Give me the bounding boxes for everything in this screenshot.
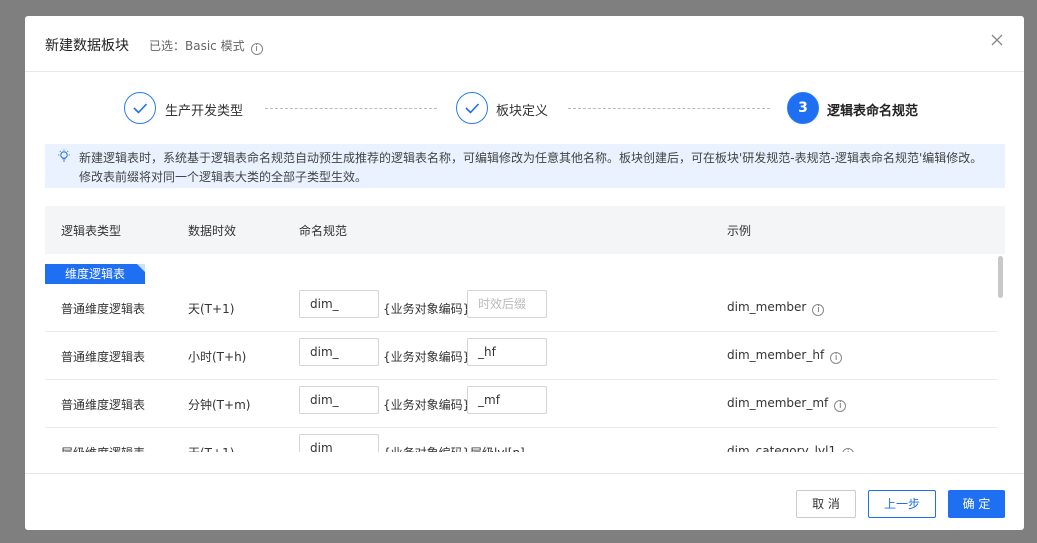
create-data-block-dialog: 新建数据板块 已选：Basic 模式 i 生产开发类型 板块定义 3 逻辑表命名规… xyxy=(25,16,1024,530)
row-type: 层级维度逻辑表 xyxy=(61,444,145,452)
row-example: dim_member i xyxy=(727,300,825,316)
table-row: 普通维度逻辑表 分钟(T+m) dim_ {业务对象编码} _mf dim_me… xyxy=(45,380,997,428)
previous-step-button[interactable]: 上一步 xyxy=(868,490,936,518)
info-icon[interactable]: i xyxy=(834,400,847,412)
object-code: {业务对象编码} xyxy=(383,444,470,452)
info-icon[interactable]: i xyxy=(812,304,825,316)
object-code: {业务对象编码} xyxy=(383,350,471,364)
info-notice: 新建逻辑表时，系统基于逻辑表命名规范自动预生成推荐的逻辑表名称，可编辑修改为任意… xyxy=(45,144,1005,188)
step-1-check-icon xyxy=(124,92,156,124)
header-naming: 命名规范 xyxy=(299,224,348,238)
example-text: dim_category_lvl1 xyxy=(727,444,837,452)
dialog-header: 新建数据板块 已选：Basic 模式 i xyxy=(25,16,1024,72)
example-text: dim_member_mf xyxy=(727,396,829,410)
cancel-button[interactable]: 取 消 xyxy=(796,490,856,518)
example-text: dim_member_hf xyxy=(727,348,825,362)
info-icon[interactable]: i xyxy=(830,352,843,364)
row-type: 普通维度逻辑表 xyxy=(61,398,146,412)
step-3-number: 3 xyxy=(787,92,819,124)
row-freshness: 小时(T+h) xyxy=(188,350,247,364)
selected-mode: 已选：Basic 模式 i xyxy=(149,37,263,55)
row-example: dim_member_hf i xyxy=(727,348,843,364)
table-row: 普通维度逻辑表 小时(T+h) dim_ {业务对象编码} _hf dim_me… xyxy=(45,332,997,380)
object-code: {业务对象编码} xyxy=(383,398,471,412)
table-row: 普通维度逻辑表 天(T+1) dim_ {业务对象编码} 时效后缀 dim_me… xyxy=(45,284,997,332)
dialog-footer: 取 消 上一步 确 定 xyxy=(25,473,1024,530)
header-type: 逻辑表类型 xyxy=(61,224,122,238)
prefix-input[interactable]: dim_ xyxy=(299,386,379,414)
row-freshness: 天(T+1) xyxy=(188,444,234,452)
step-2-check-icon xyxy=(456,92,488,124)
selected-mode-label: 已选：Basic 模式 xyxy=(149,39,245,53)
lightbulb-icon xyxy=(58,149,70,162)
row-type: 普通维度逻辑表 xyxy=(61,350,146,364)
info-icon[interactable]: i xyxy=(842,448,855,452)
row-freshness: 天(T+1) xyxy=(188,302,235,316)
header-freshness: 数据时效 xyxy=(188,224,237,238)
dimension-table-tag: 维度逻辑表 xyxy=(45,264,145,284)
row-freshness: 分钟(T+m) xyxy=(188,398,251,412)
table-row: 层级维度逻辑表 天(T+1) dim_ {业务对象编码} 层级lvl[n] di… xyxy=(45,428,997,452)
example-text: dim_member xyxy=(727,300,807,314)
close-icon[interactable] xyxy=(990,33,1004,47)
prefix-input[interactable]: dim_ xyxy=(299,434,379,452)
dialog-title: 新建数据板块 xyxy=(45,38,129,54)
step-2-label: 板块定义 xyxy=(496,104,549,119)
step-connector xyxy=(568,108,770,109)
step-1-label: 生产开发类型 xyxy=(165,104,244,119)
step-connector xyxy=(265,108,437,109)
row-example: dim_member_mf i xyxy=(727,396,847,412)
step-indicator: 生产开发类型 板块定义 3 逻辑表命名规范 xyxy=(25,92,1024,126)
step-3-label: 逻辑表命名规范 xyxy=(827,104,919,119)
notice-text: 新建逻辑表时，系统基于逻辑表命名规范自动预生成推荐的逻辑表名称，可编辑修改为任意… xyxy=(79,151,983,184)
row-example: dim_category_lvl1i xyxy=(727,444,855,452)
table-header: 逻辑表类型 数据时效 命名规范 示例 xyxy=(45,206,1005,254)
level-suffix: 层级lvl[n] xyxy=(470,444,525,452)
header-example: 示例 xyxy=(727,224,752,238)
scrollbar[interactable] xyxy=(998,256,1003,298)
object-code: {业务对象编码} xyxy=(383,302,471,316)
suffix-input[interactable]: 时效后缀 xyxy=(467,290,547,318)
info-icon[interactable]: i xyxy=(250,43,263,55)
prefix-input[interactable]: dim_ xyxy=(299,338,379,366)
confirm-button[interactable]: 确 定 xyxy=(948,490,1005,518)
suffix-input[interactable]: _mf xyxy=(467,386,547,414)
row-type: 普通维度逻辑表 xyxy=(61,302,146,316)
table-body: 普通维度逻辑表 天(T+1) dim_ {业务对象编码} 时效后缀 dim_me… xyxy=(45,284,997,452)
suffix-input[interactable]: _hf xyxy=(467,338,547,366)
prefix-input[interactable]: dim_ xyxy=(299,290,379,318)
